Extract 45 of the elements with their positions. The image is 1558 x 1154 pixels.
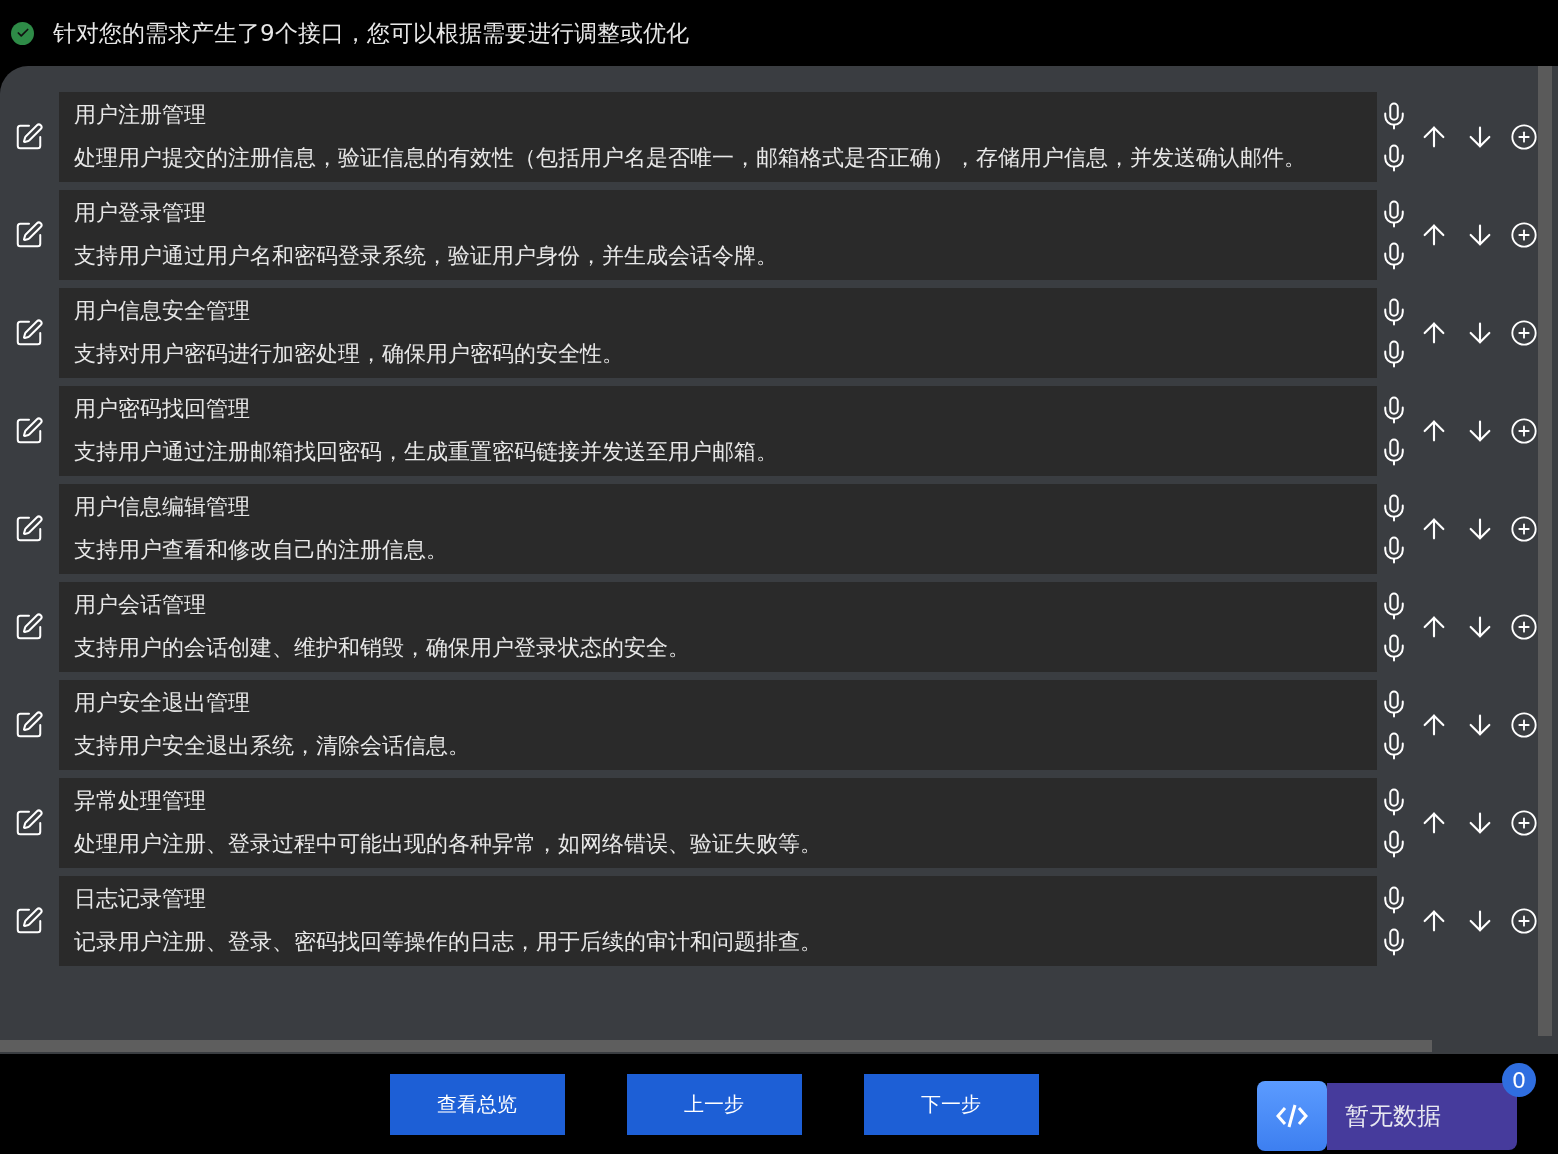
action-button[interactable]: 查看总览 [389, 1073, 565, 1135]
count-badge: 0 [1502, 1063, 1536, 1097]
add-icon[interactable] [1510, 809, 1538, 837]
edit-icon[interactable] [14, 612, 45, 642]
interface-description: 处理用户注册、登录过程中可能出现的各种异常，如网络错误、验证失败等。 [73, 830, 823, 858]
add-icon[interactable] [1510, 711, 1538, 739]
interface-title: 用户密码找回管理 [73, 395, 251, 423]
interface-description: 支持用户通过注册邮箱找回密码，生成重置密码链接并发送至用户邮箱。 [73, 438, 779, 466]
add-icon[interactable] [1510, 319, 1538, 347]
interface-title: 异常处理管理 [73, 787, 207, 815]
interface-title: 用户信息安全管理 [73, 297, 251, 325]
edit-icon[interactable] [14, 318, 45, 348]
interface-description: 处理用户提交的注册信息，验证信息的有效性（包括用户名是否唯一，邮箱格式是否正确），存储用户信息，并发送确认邮件。 [73, 144, 1307, 172]
interface-title: 用户注册管理 [73, 101, 207, 129]
add-icon[interactable] [1510, 515, 1538, 543]
add-icon[interactable] [1510, 907, 1538, 935]
interface-description: 支持用户通过用户名和密码登录系统，验证用户身份，并生成会话令牌。 [73, 242, 779, 270]
edit-icon[interactable] [14, 710, 45, 740]
add-icon[interactable] [1510, 123, 1538, 151]
interface-title: 用户登录管理 [73, 199, 207, 227]
horizontal-scrollbar[interactable] [0, 1040, 1432, 1052]
interface-title: 日志记录管理 [73, 885, 207, 913]
action-button[interactable]: 下一步 [863, 1073, 1039, 1135]
interface-title: 用户安全退出管理 [73, 689, 251, 717]
interface-description: 支持用户查看和修改自己的注册信息。 [73, 536, 449, 564]
interface-title: 用户会话管理 [73, 591, 207, 619]
add-icon[interactable] [1510, 221, 1538, 249]
action-button[interactable]: 上一步 [626, 1073, 802, 1135]
vertical-scrollbar[interactable] [1538, 66, 1552, 1036]
interface-description: 支持对用户密码进行加密处理，确保用户密码的安全性。 [73, 340, 625, 368]
interface-description: 支持用户的会话创建、维护和销毁，确保用户登录状态的安全。 [73, 634, 691, 662]
add-icon[interactable] [1510, 613, 1538, 641]
interface-description: 记录用户注册、登录、密码找回等操作的日志，用于后续的审计和问题排查。 [73, 928, 823, 956]
edit-icon[interactable] [14, 808, 45, 838]
edit-icon[interactable] [14, 906, 45, 936]
add-icon[interactable] [1510, 417, 1538, 445]
status-message: 针对您的需求产生了9个接口，您可以根据需要进行调整或优化 [53, 18, 689, 48]
edit-icon[interactable] [14, 416, 45, 446]
widget-label: 暂无数据 [1345, 1101, 1441, 1132]
edit-icon[interactable] [14, 514, 45, 544]
edit-icon[interactable] [14, 122, 45, 152]
interface-title: 用户信息编辑管理 [73, 493, 251, 521]
code-icon[interactable] [1257, 1081, 1327, 1151]
interface-description: 支持用户安全退出系统，清除会话信息。 [73, 732, 471, 760]
edit-icon[interactable] [14, 220, 45, 250]
